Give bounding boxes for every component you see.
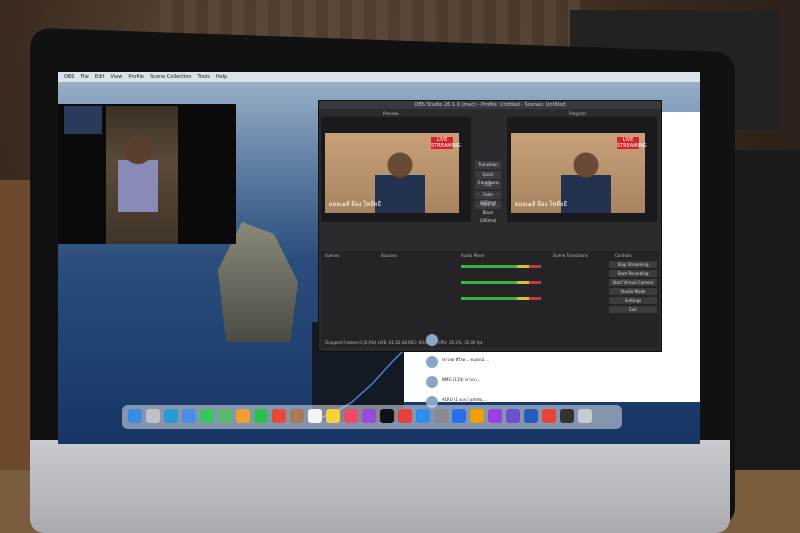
menu-item[interactable]: OBS <box>64 74 74 80</box>
obs-window-title: OBS Studio 26.1.0 (mac) - Profile: Untit… <box>319 101 661 109</box>
obs-control-button[interactable]: Settings <box>609 297 657 304</box>
program-label: Program <box>569 111 586 116</box>
photoshop-icon[interactable] <box>452 409 466 423</box>
messages-icon[interactable] <box>200 409 214 423</box>
live-badge: LIVE STREAMING <box>617 137 647 149</box>
system-preferences-icon[interactable] <box>434 409 448 423</box>
apple-logo-icon <box>330 485 356 513</box>
finder-icon[interactable] <box>128 409 142 423</box>
chat-avatar <box>426 356 438 368</box>
imac-screen: OBS File Edit View Profile Scene Collection To… <box>58 72 700 444</box>
program-frame: LIVE STREAMING ผอลเ๑ส์ ยีอง โทย๊ยธี <box>511 133 647 213</box>
chat-avatar <box>426 334 438 346</box>
obs-icon[interactable] <box>560 409 574 423</box>
remote-participant <box>118 132 158 212</box>
imac-chin <box>30 440 730 533</box>
podcasts-icon[interactable] <box>362 409 376 423</box>
obs-control-button[interactable]: Exit <box>609 306 657 313</box>
mixer-dock-title: Audio Mixer <box>461 253 485 258</box>
anchor-figure <box>375 149 425 213</box>
chat-list-item[interactable]: NMG (110) ข่าวลา... <box>426 374 546 390</box>
scenes-dock-title: Scenes <box>325 253 340 258</box>
menu-item[interactable]: File <box>80 74 88 80</box>
obs-control-button[interactable]: Studio Mode <box>609 288 657 295</box>
transition-option[interactable]: Quick Transitions <box>475 171 501 185</box>
app-store-icon[interactable] <box>416 409 430 423</box>
menu-item[interactable]: Scene Collection <box>150 74 192 80</box>
chat-list-item[interactable]: ข่าวสด ทีวีสด... ธนธรณ์ ... <box>426 354 546 370</box>
chat-item-text: NMG (110) ข่าวลา... <box>442 377 481 382</box>
launchpad-icon[interactable] <box>146 409 160 423</box>
menu-item[interactable]: Edit <box>95 74 105 80</box>
menu-item[interactable]: View <box>111 74 123 80</box>
preview-label: Preview <box>383 111 399 116</box>
safari-icon[interactable] <box>164 409 178 423</box>
chat-item-text: ALRU (1 ค.ศ.) ผลักดัน ... <box>442 397 488 402</box>
after-effects-icon[interactable] <box>506 409 520 423</box>
menu-item[interactable]: Profile <box>128 74 144 80</box>
facetime-icon[interactable] <box>254 409 268 423</box>
sources-dock-title: Sources <box>381 253 397 258</box>
transitions-dock-title: Scene Transitions <box>553 253 588 258</box>
illustrator-icon[interactable] <box>470 409 484 423</box>
chat-list-item[interactable]: ammarin เดชาวัน: ... <box>426 332 546 348</box>
video-call-window[interactable] <box>58 104 236 244</box>
controls-dock-title: Controls <box>615 253 632 258</box>
chat-item-text: ammarin เดชาวัน: ... <box>442 335 482 340</box>
mixer-meter <box>461 297 541 300</box>
obs-control-button[interactable]: Stop Streaming <box>609 261 657 268</box>
mail-icon[interactable] <box>182 409 196 423</box>
preview-caption: ผอลเ๑ส์ ยีอง โทย๊ยธี <box>329 201 382 208</box>
notes-icon[interactable] <box>326 409 340 423</box>
obs-window[interactable]: OBS Studio 26.1.0 (mac) - Profile: Untit… <box>318 100 662 352</box>
chrome-icon[interactable] <box>542 409 556 423</box>
anchor-figure <box>561 149 611 213</box>
music-icon[interactable] <box>344 409 358 423</box>
tv-icon[interactable] <box>380 409 394 423</box>
chat-avatar <box>426 376 438 388</box>
menu-item[interactable]: Tools <box>198 74 210 80</box>
mixer-meter <box>461 265 541 268</box>
reminders-icon[interactable] <box>308 409 322 423</box>
contacts-icon[interactable] <box>290 409 304 423</box>
transition-option[interactable]: Fade to Black (300ms) <box>475 201 501 223</box>
obs-control-button[interactable]: Start Recording <box>609 270 657 277</box>
photos-icon[interactable] <box>236 409 250 423</box>
word-icon[interactable] <box>524 409 538 423</box>
news-icon[interactable] <box>398 409 412 423</box>
menu-item[interactable]: Help <box>216 74 227 80</box>
preview-frame: LIVE STREAMING ผอลเ๑ส์ ยีอง โทย๊ยธี <box>325 133 461 213</box>
controls-panel: Stop Streaming Start Recording Start Virtu… <box>609 261 657 315</box>
calendar-icon[interactable] <box>272 409 286 423</box>
menu-bar: OBS File Edit View Profile Scene Collection To… <box>58 72 700 82</box>
premiere-icon[interactable] <box>488 409 502 423</box>
program-caption: ผอลเ๑ส์ ยีอง โทย๊ยธี <box>515 201 568 208</box>
transition-option[interactable]: Fade (300ms) <box>475 191 501 205</box>
transition-option[interactable]: Transition <box>475 161 501 169</box>
obs-preview-pane: Preview LIVE STREAMING ผอลเ๑ส์ ยีอง โทย๊… <box>321 111 471 222</box>
obs-control-button[interactable]: Start Virtual Camera <box>609 279 657 286</box>
macos-dock <box>122 405 622 429</box>
chat-item-text: ข่าวสด ทีวีสด... ธนธรณ์ ... <box>442 357 490 362</box>
maps-icon[interactable] <box>218 409 232 423</box>
live-badge: LIVE STREAMING <box>431 137 461 149</box>
obs-program-pane: Program LIVE STREAMING ผอลเ๑ส์ ยีอง โทย๊… <box>507 111 657 222</box>
mixer-meter <box>461 281 541 284</box>
trash-icon[interactable] <box>578 409 592 423</box>
self-view-thumbnail <box>64 106 102 134</box>
transition-panel: TransitionQuick TransitionsCutFade (300m… <box>475 161 501 223</box>
